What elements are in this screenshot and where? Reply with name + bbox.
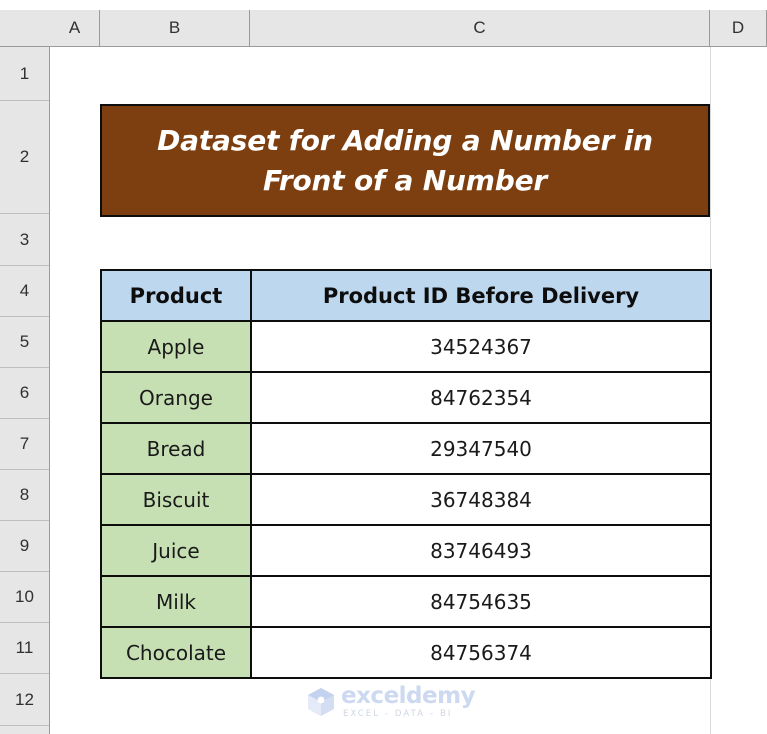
column-header-d[interactable]: D bbox=[710, 10, 767, 46]
table-header-row: Product Product ID Before Delivery bbox=[100, 269, 712, 322]
row-header-12[interactable]: 12 bbox=[0, 674, 49, 726]
column-header-a[interactable]: A bbox=[50, 10, 100, 46]
cell-product[interactable]: Juice bbox=[100, 524, 252, 577]
column-header-product-id[interactable]: Product ID Before Delivery bbox=[250, 269, 712, 322]
cell-product-id[interactable]: 34524367 bbox=[250, 320, 712, 373]
row-header-1[interactable]: 1 bbox=[0, 47, 49, 101]
row-header-3[interactable]: 3 bbox=[0, 214, 49, 266]
table-row: Biscuit 36748384 bbox=[100, 473, 712, 526]
cell-product-id[interactable]: 83746493 bbox=[250, 524, 712, 577]
table-row: Juice 83746493 bbox=[100, 524, 712, 577]
row-header-gutter: 1 2 3 4 5 6 7 8 9 10 11 12 bbox=[0, 47, 50, 734]
dataset-table: Product Product ID Before Delivery Apple… bbox=[100, 269, 712, 679]
cell-product-id[interactable]: 29347540 bbox=[250, 422, 712, 475]
cell-product-id[interactable]: 84756374 bbox=[250, 626, 712, 679]
title-banner-cell[interactable]: Dataset for Adding a Number in Front of … bbox=[100, 104, 710, 217]
row-header-6[interactable]: 6 bbox=[0, 368, 49, 419]
cell-product[interactable]: Biscuit bbox=[100, 473, 252, 526]
table-row: Chocolate 84756374 bbox=[100, 626, 712, 679]
table-row: Apple 34524367 bbox=[100, 320, 712, 373]
table-row: Orange 84762354 bbox=[100, 371, 712, 424]
row-header-8[interactable]: 8 bbox=[0, 470, 49, 521]
column-header-b[interactable]: B bbox=[100, 10, 250, 46]
cell-product[interactable]: Milk bbox=[100, 575, 252, 628]
cell-product-id[interactable]: 84762354 bbox=[250, 371, 712, 424]
row-header-10[interactable]: 10 bbox=[0, 572, 49, 623]
cell-product[interactable]: Bread bbox=[100, 422, 252, 475]
cell-product-id[interactable]: 84754635 bbox=[250, 575, 712, 628]
column-header-product[interactable]: Product bbox=[100, 269, 252, 322]
column-header-c[interactable]: C bbox=[250, 10, 710, 46]
table-row: Milk 84754635 bbox=[100, 575, 712, 628]
row-header-2[interactable]: 2 bbox=[0, 101, 49, 214]
cell-product[interactable]: Chocolate bbox=[100, 626, 252, 679]
spreadsheet-canvas: ABCD 1 2 3 4 5 6 7 8 9 10 11 12 Dataset for Adding … bbox=[0, 0, 767, 734]
cell-product[interactable]: Orange bbox=[100, 371, 252, 424]
row-header-5[interactable]: 5 bbox=[0, 317, 49, 368]
row-header-11[interactable]: 11 bbox=[0, 623, 49, 674]
cell-product-id[interactable]: 36748384 bbox=[250, 473, 712, 526]
table-row: Bread 29347540 bbox=[100, 422, 712, 475]
title-banner-text: Dataset for Adding a Number in Front of … bbox=[157, 123, 653, 197]
row-header-4[interactable]: 4 bbox=[0, 266, 49, 317]
row-header-7[interactable]: 7 bbox=[0, 419, 49, 470]
column-header-bar: ABCD bbox=[0, 10, 767, 47]
cell-product[interactable]: Apple bbox=[100, 320, 252, 373]
row-header-9[interactable]: 9 bbox=[0, 521, 49, 572]
